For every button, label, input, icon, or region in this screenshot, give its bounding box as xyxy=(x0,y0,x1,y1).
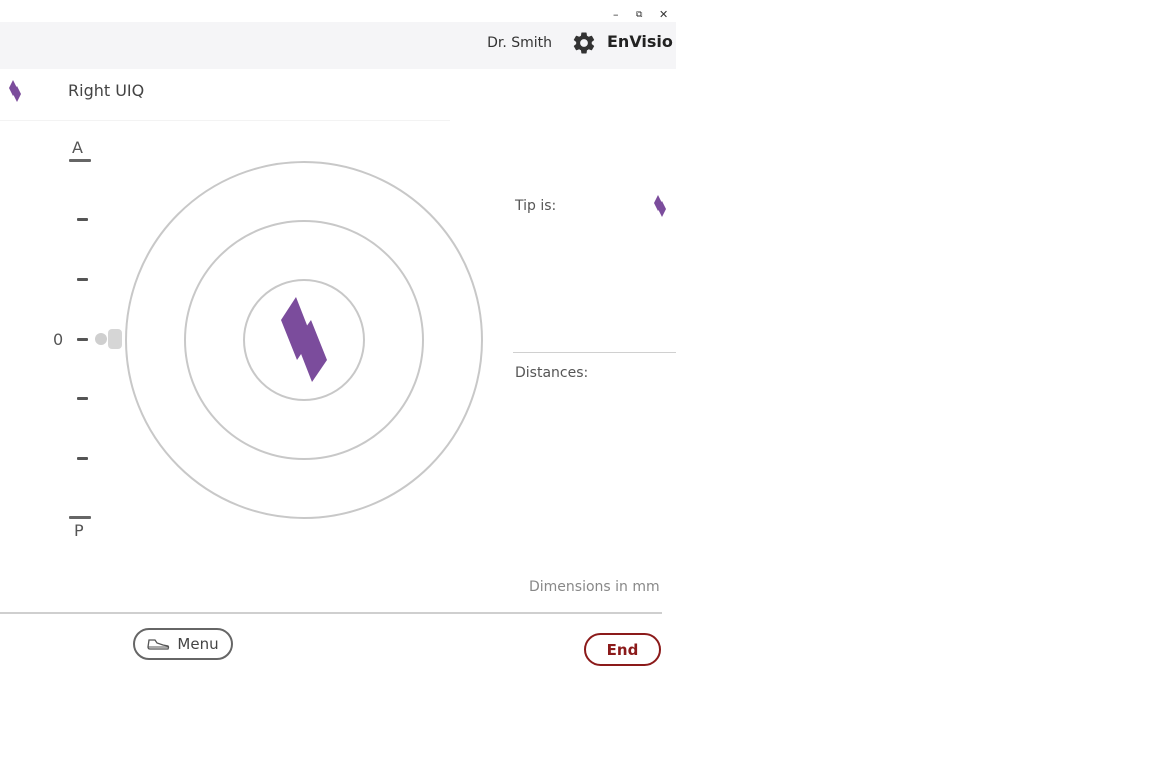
page-header: Right UIQ xyxy=(0,70,676,116)
gear-icon[interactable] xyxy=(571,30,597,56)
brand-name: EnVisio xyxy=(607,32,673,51)
scale-tick xyxy=(77,278,88,281)
footer-divider xyxy=(0,612,662,614)
envisio-logo-icon xyxy=(9,80,21,102)
depth-slider-track-dot xyxy=(95,333,107,345)
scale-label-zero: 0 xyxy=(53,330,64,349)
app-window: – ⧉ ✕ Dr. Smith EnVisio Right UIQ A 0 P xyxy=(0,0,676,768)
end-button-label: End xyxy=(606,640,639,659)
dimensions-note: Dimensions in mm xyxy=(529,579,660,595)
scale-tick xyxy=(77,457,88,460)
user-name: Dr. Smith xyxy=(487,35,552,51)
distances-label: Distances: xyxy=(515,365,589,381)
close-button[interactable]: ✕ xyxy=(659,8,668,21)
depth-slider-handle[interactable] xyxy=(108,329,122,349)
end-button[interactable]: End xyxy=(584,633,661,666)
page-title: Right UIQ xyxy=(68,81,145,100)
minimize-button[interactable]: – xyxy=(613,8,619,21)
scale-label-posterior: P xyxy=(74,521,84,540)
scale-bottom-bar xyxy=(69,516,91,519)
panel-divider xyxy=(513,352,676,353)
shoe-icon xyxy=(147,639,170,650)
header-divider xyxy=(0,120,450,121)
tip-position-marker-icon xyxy=(281,297,327,382)
tip-status-icon xyxy=(654,195,666,217)
restore-button[interactable]: ⧉ xyxy=(636,10,642,20)
scale-tick xyxy=(77,397,88,400)
app-header-bar: Dr. Smith EnVisio xyxy=(0,22,676,69)
menu-button-label: Menu xyxy=(177,635,219,653)
scale-label-anterior: A xyxy=(72,138,83,157)
scale-tick-zero xyxy=(77,338,88,341)
target-rings xyxy=(125,161,483,519)
menu-button[interactable]: Menu xyxy=(133,628,233,660)
window-titlebar: – ⧉ ✕ xyxy=(0,0,676,22)
scale-top-bar xyxy=(69,159,91,162)
scale-tick xyxy=(77,218,88,221)
tip-label: Tip is: xyxy=(515,198,557,214)
